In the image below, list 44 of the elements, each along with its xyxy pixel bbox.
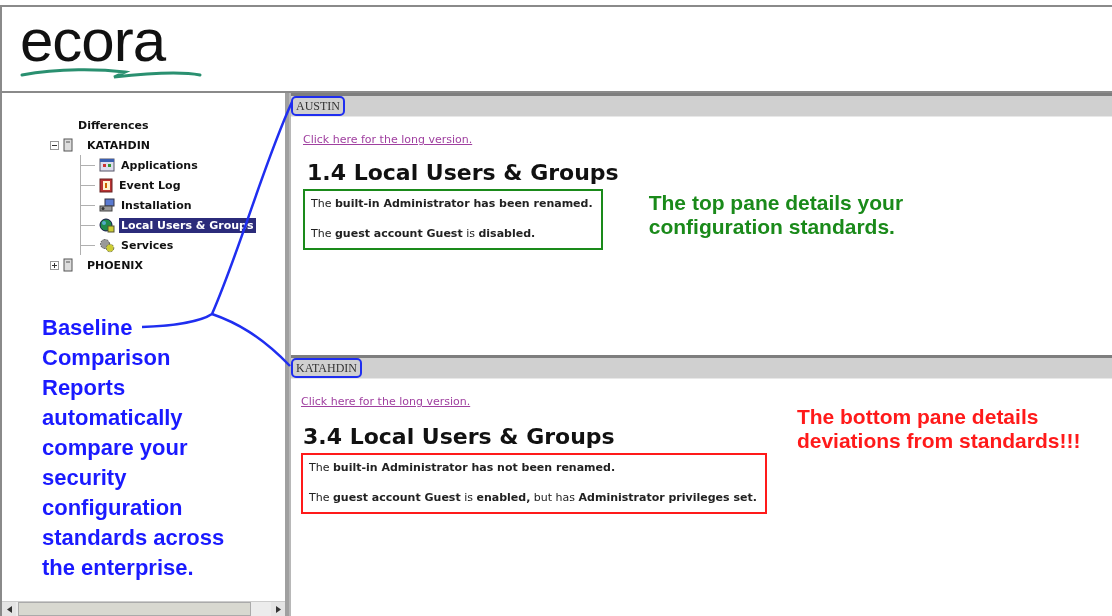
annotation-text: deviations from standards!!!	[796, 429, 1082, 453]
host-label: AUSTIN	[291, 96, 345, 116]
annotation-text: Baseline	[42, 314, 133, 342]
tree-item[interactable]: PHOENIX	[85, 257, 145, 273]
log-book-icon	[99, 177, 113, 193]
annotation-text: automatically	[42, 404, 183, 432]
annotation-text: standards across	[42, 524, 225, 552]
annotation-text: The bottom pane details	[796, 405, 1040, 429]
annotation-text: the enterprise.	[42, 554, 194, 582]
expand-icon[interactable]	[50, 260, 59, 270]
tree-item[interactable]: Applications	[119, 157, 200, 173]
tree-item[interactable]: Installation	[119, 197, 194, 213]
section-heading: 1.4 Local Users & Groups	[307, 160, 619, 185]
annotation-text: Comparison	[42, 344, 171, 372]
gears-icon	[99, 237, 115, 253]
annotation-text: configuration standards.	[648, 215, 896, 239]
section-heading: 3.4 Local Users & Groups	[303, 424, 616, 449]
computer-disk-icon	[99, 197, 115, 213]
annotation-text: compare your	[42, 434, 188, 462]
tree-item[interactable]: Differences	[76, 117, 151, 133]
long-version-link[interactable]: Click here for the long version.	[303, 133, 619, 146]
tree-item[interactable]: KATAHDIN	[85, 137, 152, 153]
annotation-text: security	[42, 464, 127, 492]
tree-item[interactable]: Services	[119, 237, 176, 253]
scrollbar[interactable]	[2, 601, 285, 616]
annotation-text: configuration	[42, 494, 183, 522]
tree-item[interactable]: Event Log	[117, 177, 183, 193]
finding-text: The guest account Guest is enabled, but has Administrator privileges set.	[309, 491, 757, 504]
server-icon	[63, 258, 73, 272]
host-label: KATAHDIN	[291, 358, 363, 378]
right-arrow-icon[interactable]	[275, 605, 281, 613]
annotation-text: The top pane details your	[648, 191, 905, 215]
annotation-text: Reports	[42, 374, 126, 402]
left-arrow-icon[interactable]	[6, 605, 12, 613]
logo-text: ecora	[20, 17, 166, 65]
swoosh-icon	[20, 65, 202, 79]
server-icon	[63, 138, 73, 152]
application-window-icon	[99, 158, 115, 172]
finding-text: The built-in Administrator has not been renamed.	[309, 461, 617, 474]
globe-users-icon	[99, 217, 115, 233]
finding-text: The guest account Guest is disabled.	[311, 227, 537, 240]
finding-text: The built-in Administrator has been renamed.	[311, 197, 593, 210]
collapse-icon[interactable]	[50, 140, 59, 150]
long-version-link[interactable]: Click here for the long version.	[301, 395, 767, 408]
